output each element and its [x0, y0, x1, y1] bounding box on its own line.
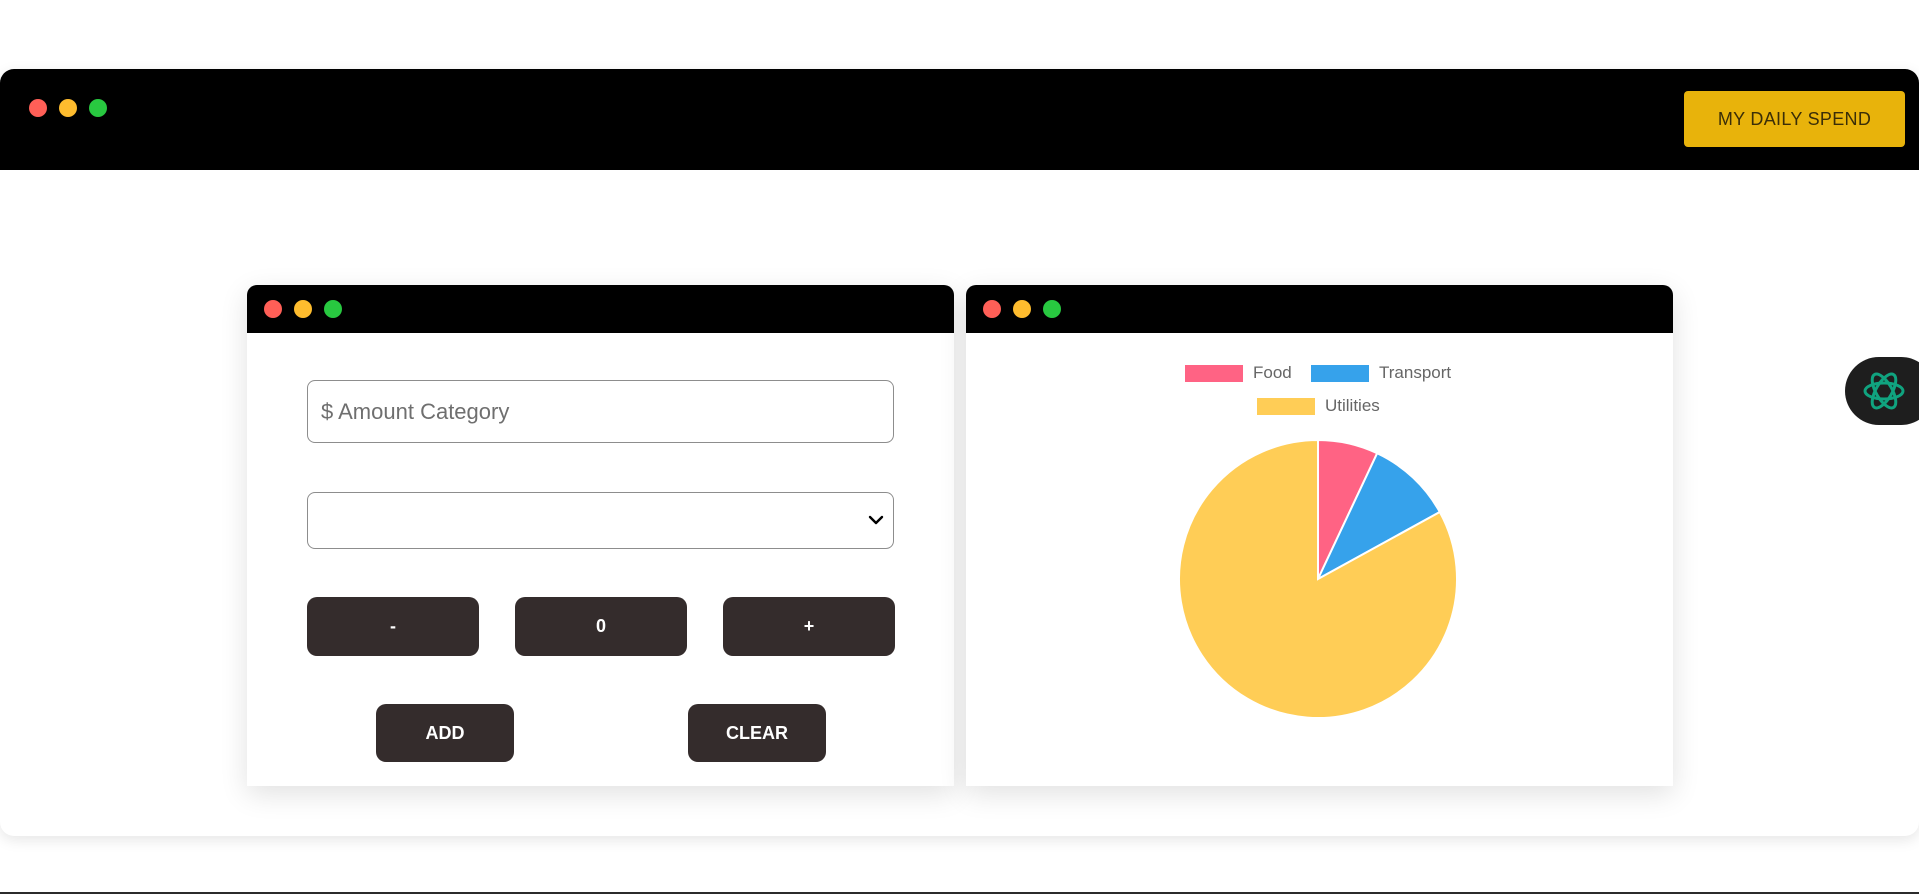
- panel-window-controls: [264, 300, 342, 318]
- close-dot[interactable]: [983, 300, 1001, 318]
- minimize-dot[interactable]: [1013, 300, 1031, 318]
- close-dot[interactable]: [29, 99, 47, 117]
- panel-titlebar: [966, 285, 1673, 333]
- legend-label-transport: Transport: [1379, 363, 1452, 382]
- chart-panel: Food Transport Utilities: [966, 285, 1673, 786]
- close-dot[interactable]: [264, 300, 282, 318]
- legend-label-utilities: Utilities: [1325, 396, 1380, 415]
- legend-swatch-utilities: [1257, 397, 1315, 415]
- expense-form-panel: - 0 + ADD CLEAR: [247, 285, 954, 786]
- spending-pie-chart: [1178, 438, 1458, 719]
- clear-button[interactable]: CLEAR: [688, 704, 826, 762]
- minimize-dot[interactable]: [59, 99, 77, 117]
- window-controls: [29, 99, 107, 117]
- panel-window-controls: [983, 300, 1061, 318]
- panel-titlebar: [247, 285, 954, 333]
- maximize-dot[interactable]: [324, 300, 342, 318]
- openai-icon: [1863, 372, 1905, 410]
- my-daily-spend-button[interactable]: MY DAILY SPEND: [1684, 91, 1905, 147]
- legend-swatch-transport: [1311, 364, 1369, 382]
- app-window: MY DAILY SPEND - 0 + ADD CLEAR: [0, 69, 1919, 836]
- category-select[interactable]: [307, 492, 894, 549]
- chevron-down-icon: [868, 515, 884, 525]
- maximize-dot[interactable]: [1043, 300, 1061, 318]
- app-header: MY DAILY SPEND: [0, 69, 1919, 170]
- legend-item-utilities[interactable]: Utilities: [1257, 396, 1380, 416]
- decrement-button[interactable]: -: [307, 597, 479, 656]
- increment-button[interactable]: +: [723, 597, 895, 656]
- add-button[interactable]: ADD: [376, 704, 514, 762]
- legend-item-food[interactable]: Food: [1185, 363, 1292, 383]
- amount-input[interactable]: [307, 380, 894, 443]
- legend-swatch-food: [1185, 364, 1243, 382]
- quantity-value-button[interactable]: 0: [515, 597, 687, 656]
- minimize-dot[interactable]: [294, 300, 312, 318]
- legend-item-transport[interactable]: Transport: [1311, 363, 1451, 383]
- legend-label-food: Food: [1253, 363, 1292, 382]
- assistant-button[interactable]: [1845, 357, 1919, 425]
- maximize-dot[interactable]: [89, 99, 107, 117]
